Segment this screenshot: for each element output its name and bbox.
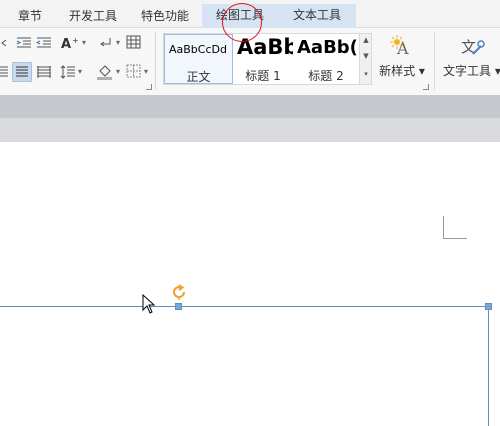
mouse-cursor-icon xyxy=(142,293,156,316)
shape-resize-handle-top-right[interactable] xyxy=(485,303,492,310)
tab-drawing-tools[interactable]: 绘图工具 xyxy=(202,4,278,28)
text-tools-icon: 文 xyxy=(443,34,500,62)
svg-text:A: A xyxy=(61,37,71,51)
increase-indent-icon[interactable] xyxy=(16,36,32,50)
new-style-button[interactable]: A 新样式 ▾ xyxy=(378,34,426,79)
style-heading-2[interactable]: AaBb( 标题 2 xyxy=(293,34,359,84)
shape-rotate-handle-icon[interactable] xyxy=(171,284,187,301)
selected-shape-right-edge[interactable] xyxy=(488,306,489,426)
new-style-icon: A xyxy=(378,34,426,62)
distributed-align-button[interactable] xyxy=(12,62,32,82)
style-normal-label: 正文 xyxy=(186,70,211,84)
shape-resize-handle-top[interactable] xyxy=(175,303,182,310)
ribbon-tab-bar: 章节 开发工具 特色功能 绘图工具 文本工具 xyxy=(0,0,500,28)
style-heading-2-label: 标题 2 xyxy=(308,69,344,83)
style-heading-1[interactable]: AaBb 标题 1 xyxy=(233,34,293,84)
scroll-down-icon[interactable]: ▼ xyxy=(362,52,370,60)
border-icon[interactable] xyxy=(126,64,142,78)
align-justify-icon[interactable] xyxy=(0,65,8,79)
text-tools-label: 文字工具 ▾ xyxy=(443,64,500,78)
line-break-icon[interactable] xyxy=(98,36,114,50)
document-background xyxy=(0,118,500,142)
style-gallery: AaBbCcDd 正文 AaBb 标题 1 AaBb( 标题 2 xyxy=(163,33,360,85)
scroll-up-icon[interactable]: ▲ xyxy=(362,36,370,44)
selected-shape-top-edge[interactable] xyxy=(0,306,489,307)
indent-list-icon[interactable] xyxy=(35,36,52,50)
style-normal[interactable]: AaBbCcDd 正文 xyxy=(164,34,233,84)
tab-special-features[interactable]: 特色功能 xyxy=(133,5,197,28)
table-grid-icon[interactable] xyxy=(126,35,142,49)
text-tools-button[interactable]: 文 文字工具 ▾ xyxy=(443,34,500,79)
shading-fill-icon[interactable] xyxy=(96,63,112,80)
change-case-icon[interactable]: A + xyxy=(60,35,82,52)
document-page[interactable] xyxy=(0,142,500,426)
style-gallery-scrollbar[interactable]: ▲ ▼ ▾ xyxy=(360,33,372,85)
new-style-label: 新样式 ▾ xyxy=(379,64,425,78)
tab-chapter[interactable]: 章节 xyxy=(10,5,50,28)
ribbon-panel: A + ▾ ▾ ▾ ▾ ▾ AaBbCcDd 正文 AaBb 标题 1 AaBb… xyxy=(0,28,500,95)
style-normal-sample: AaBbCcDd xyxy=(169,43,227,56)
tab-text-tools[interactable]: 文本工具 xyxy=(278,4,356,28)
style-heading-1-label: 标题 1 xyxy=(245,69,281,83)
svg-text:+: + xyxy=(72,36,79,45)
line-spacing-icon[interactable] xyxy=(60,65,76,79)
page-margin-corner-mark xyxy=(443,216,467,239)
style-heading-1-sample: AaBb xyxy=(237,35,293,59)
ribbon-separator xyxy=(155,32,156,90)
style-heading-2-sample: AaBb( xyxy=(297,37,358,58)
border-dropdown-icon[interactable]: ▾ xyxy=(144,67,148,76)
styles-dialog-launcher-icon[interactable] xyxy=(423,84,429,90)
ribbon-separator xyxy=(434,32,435,90)
gallery-more-icon[interactable]: ▾ xyxy=(362,70,370,78)
toolbar-shadow-band xyxy=(0,95,500,118)
shading-dropdown-icon[interactable]: ▾ xyxy=(116,67,120,76)
paragraph-dialog-launcher-icon[interactable] xyxy=(146,84,152,90)
decrease-indent-icon[interactable] xyxy=(0,36,8,50)
align-distributed-icon[interactable] xyxy=(36,65,52,79)
line-break-dropdown-icon[interactable]: ▾ xyxy=(116,38,120,47)
change-case-dropdown-icon[interactable]: ▾ xyxy=(82,38,86,47)
line-spacing-dropdown-icon[interactable]: ▾ xyxy=(78,67,82,76)
tab-developer-tools[interactable]: 开发工具 xyxy=(62,5,124,28)
